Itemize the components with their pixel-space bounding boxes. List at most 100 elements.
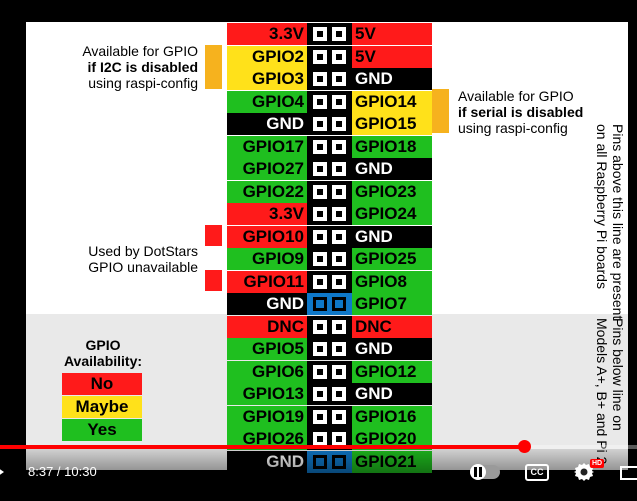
pin-label-right: 5V bbox=[352, 23, 432, 45]
pin-row: GPIO6 GPIO12 bbox=[227, 360, 432, 383]
pin-row: GPIO17 GPIO18 bbox=[227, 135, 432, 158]
pin-pair bbox=[307, 135, 352, 158]
pin-row: GPIO10 GND bbox=[227, 225, 432, 248]
pin-row: GPIO5 GND bbox=[227, 338, 432, 360]
pin-row: GPIO19 GPIO16 bbox=[227, 405, 432, 428]
pin-square-icon bbox=[332, 27, 346, 41]
play-icon[interactable] bbox=[0, 465, 4, 479]
pin-label-right: GPIO24 bbox=[352, 203, 432, 225]
pin-square-icon bbox=[313, 319, 327, 334]
time-separator: / bbox=[53, 464, 65, 479]
pause-icon bbox=[474, 467, 482, 477]
pin-pair bbox=[307, 248, 352, 270]
serial-note-line3: using raspi-config bbox=[458, 120, 568, 136]
pin-square-icon bbox=[332, 319, 346, 334]
video-frame[interactable]: 3.3V 5V GPIO2 5V GPIO3 GND GPIO4 GPIO14 GND GPIO1… bbox=[0, 0, 637, 501]
pin-row: GPIO2 5V bbox=[227, 45, 432, 68]
serial-note: Available for GPIO if serial is disabled… bbox=[458, 88, 598, 136]
pin-label-left: DNC bbox=[227, 315, 307, 338]
i2c-note-line3: using raspi-config bbox=[88, 75, 198, 91]
side-text-below: Pins below line on Models A+, B+ and Pi … bbox=[594, 318, 626, 464]
pin-pair bbox=[307, 270, 352, 293]
captions-button[interactable]: CC bbox=[525, 464, 549, 481]
legend-item-maybe: Maybe bbox=[62, 396, 142, 418]
side-text-above-line2: on all Raspberry Pi boards bbox=[594, 124, 610, 289]
pin-square-icon bbox=[332, 274, 346, 289]
pin-square-icon bbox=[313, 342, 327, 356]
pin-square-icon bbox=[313, 274, 327, 289]
progress-scrubber[interactable] bbox=[517, 440, 531, 453]
legend-item-yes: Yes bbox=[62, 419, 142, 441]
autoplay-toggle[interactable] bbox=[470, 464, 500, 480]
time-current: 8:37 bbox=[28, 464, 54, 479]
pin-row: DNC DNC bbox=[227, 315, 432, 338]
dotstars-note-line1: Used by DotStars bbox=[88, 243, 198, 259]
pin-label-right: GND bbox=[352, 68, 432, 90]
pin-label-left: GND bbox=[227, 293, 307, 315]
pin-row: GPIO3 GND bbox=[227, 68, 432, 90]
pin-square-icon bbox=[313, 94, 327, 109]
serial-note-line1: Available for GPIO bbox=[458, 88, 574, 104]
pin-label-right: GPIO23 bbox=[352, 180, 432, 203]
pin-label-right: GPIO14 bbox=[352, 90, 432, 113]
pin-square-icon bbox=[332, 184, 346, 199]
pin-label-right: GPIO15 bbox=[352, 113, 432, 135]
serial-marker bbox=[432, 89, 449, 133]
toggle-knob bbox=[470, 464, 486, 480]
pin-label-left: GPIO9 bbox=[227, 248, 307, 270]
side-text-above-line1: Pins above this line are present bbox=[610, 124, 626, 320]
pin-label-right: GPIO25 bbox=[352, 248, 432, 270]
pin-label-left: GPIO17 bbox=[227, 135, 307, 158]
pin-square-icon bbox=[332, 49, 346, 64]
pin-label-right: DNC bbox=[352, 315, 432, 338]
pin-row: GPIO27 GND bbox=[227, 158, 432, 180]
pin-square-icon bbox=[332, 72, 346, 86]
pin-square-icon bbox=[332, 229, 346, 244]
pin-square-icon bbox=[313, 184, 327, 199]
pin-label-left: GPIO5 bbox=[227, 338, 307, 360]
pin-square-icon bbox=[313, 409, 327, 424]
pin-label-right: GND bbox=[352, 225, 432, 248]
time-display: 8:37 / 10:30 bbox=[28, 464, 97, 480]
pin-label-left: GPIO3 bbox=[227, 68, 307, 90]
pin-square-icon bbox=[332, 94, 346, 109]
pin-pair bbox=[307, 68, 352, 90]
i2c-note-line2: if I2C is disabled bbox=[87, 59, 198, 75]
pin-label-right: GND bbox=[352, 383, 432, 405]
pin-label-right: GPIO12 bbox=[352, 360, 432, 383]
pin-square-icon bbox=[313, 139, 327, 154]
i2c-note-line1: Available for GPIO bbox=[82, 43, 198, 59]
progress-played bbox=[0, 445, 524, 449]
pin-row: GPIO11 GPIO8 bbox=[227, 270, 432, 293]
pin-row: GPIO13 GND bbox=[227, 383, 432, 405]
hd-badge: HD bbox=[590, 459, 605, 468]
legend-title-line1: GPIO bbox=[85, 337, 121, 353]
pin-pair bbox=[307, 158, 352, 180]
pin-row: 3.3V GPIO24 bbox=[227, 203, 432, 225]
pin-pair bbox=[307, 293, 352, 315]
fullscreen-icon[interactable] bbox=[620, 466, 637, 480]
legend-title: GPIO Availability: bbox=[62, 337, 144, 369]
serial-note-line2: if serial is disabled bbox=[458, 104, 584, 120]
pin-row: GPIO4 GPIO14 bbox=[227, 90, 432, 113]
side-text-below-line1: Pins below line on bbox=[610, 318, 626, 431]
pin-pair bbox=[307, 225, 352, 248]
time-total: 10:30 bbox=[64, 464, 97, 479]
pin-label-right: 5V bbox=[352, 45, 432, 68]
i2c-marker bbox=[205, 45, 222, 89]
pin-pair bbox=[307, 203, 352, 225]
pin-row: GPIO22 GPIO23 bbox=[227, 180, 432, 203]
availability-legend: GPIO Availability: No Maybe Yes bbox=[62, 337, 144, 442]
legend-item-no: No bbox=[62, 373, 142, 395]
pin-square-icon bbox=[332, 297, 346, 311]
pin-pair bbox=[307, 338, 352, 360]
pin-label-left: GPIO11 bbox=[227, 270, 307, 293]
pin-label-right: GND bbox=[352, 158, 432, 180]
pin-square-icon bbox=[332, 432, 346, 446]
pin-label-left: GPIO27 bbox=[227, 158, 307, 180]
pin-square-icon bbox=[332, 364, 346, 379]
pin-square-icon bbox=[332, 387, 346, 401]
pin-label-left: GPIO10 bbox=[227, 225, 307, 248]
pin-square-icon bbox=[313, 27, 327, 41]
pin-label-right: GPIO18 bbox=[352, 135, 432, 158]
